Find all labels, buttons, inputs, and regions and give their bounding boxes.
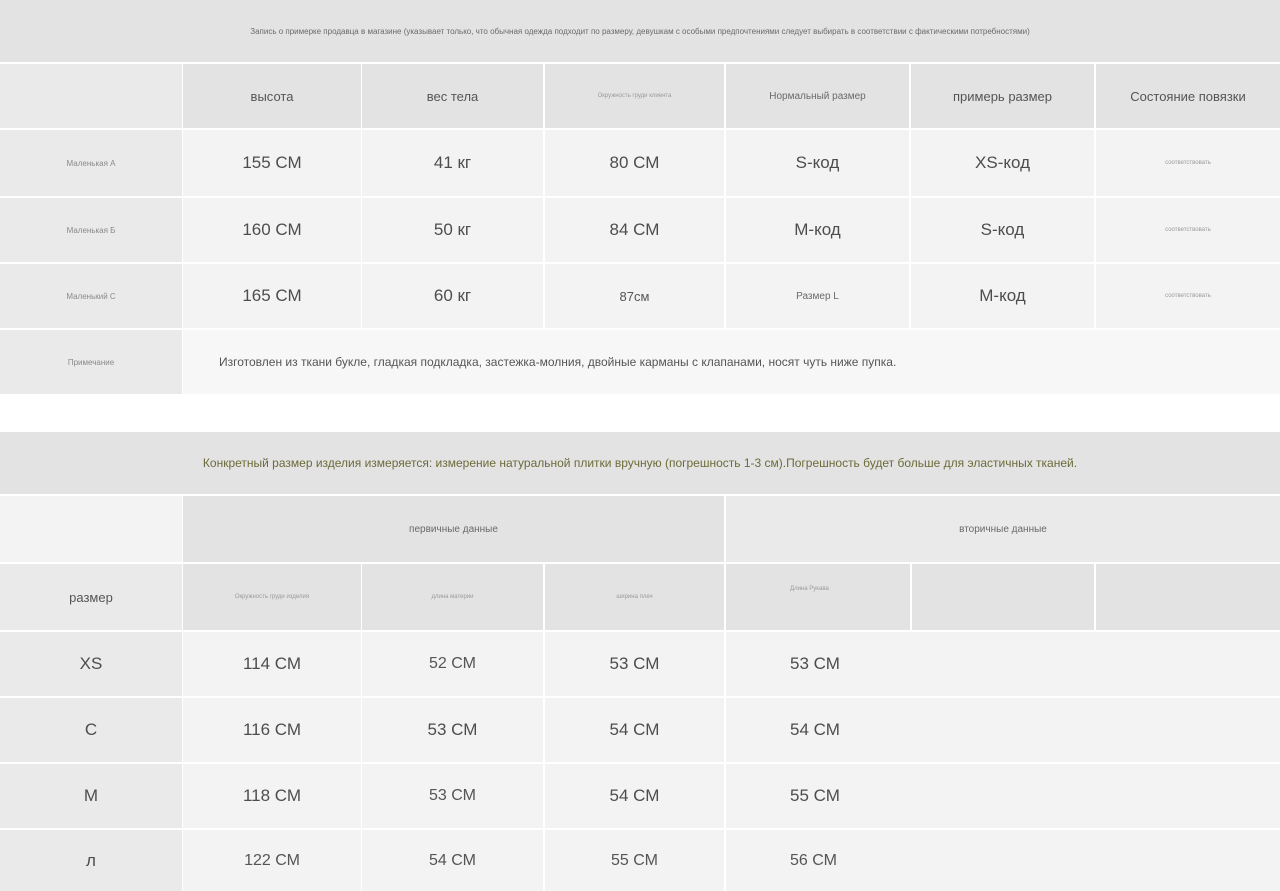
size-l: л xyxy=(0,830,182,891)
header-client-bust: Окружность груди клиента xyxy=(545,64,724,128)
row-b-status: соответствовать xyxy=(1096,198,1280,262)
group-secondary-data: вторичные данные xyxy=(726,496,1280,562)
header-tried-size: примерь размер xyxy=(911,64,1094,128)
s-bust: 116 СМ xyxy=(183,698,361,762)
header-shoulder-width: ширина плеч xyxy=(545,564,724,630)
row-b-tried-size: S-код xyxy=(911,198,1094,262)
header-weight: вес тела xyxy=(362,64,543,128)
row-c-height: 165 СМ xyxy=(183,264,361,328)
row-a-status: соответствовать xyxy=(1096,130,1280,196)
m-sleeve: 55 СМ xyxy=(726,764,1280,828)
m-shoulder: 54 СМ xyxy=(545,764,724,828)
group-primary-data: первичные данные xyxy=(183,496,724,562)
header-empty-1 xyxy=(912,564,1094,630)
size-label: размер xyxy=(0,564,182,630)
row-a-weight: 41 кг xyxy=(362,130,543,196)
xs-sleeve: 53 СМ xyxy=(726,632,1280,696)
row-a-bust: 80 СМ xyxy=(545,130,724,196)
size-xs: XS xyxy=(0,632,182,696)
header-length: длина материи xyxy=(362,564,543,630)
fitting-banner: Запись о примерке продавца в магазине (у… xyxy=(0,0,1280,62)
s-shoulder: 54 СМ xyxy=(545,698,724,762)
row-c-status: соответствовать xyxy=(1096,264,1280,328)
row-b-weight: 50 кг xyxy=(362,198,543,262)
row-b-normal-size: М-код xyxy=(726,198,909,262)
header-normal-size: Нормальный размер xyxy=(726,64,909,128)
size-m: М xyxy=(0,764,182,828)
l-sleeve: 56 СМ xyxy=(726,830,1280,891)
row-c-bust: 87см xyxy=(545,264,724,328)
m-bust: 118 СМ xyxy=(183,764,361,828)
row-c-weight: 60 кг xyxy=(362,264,543,328)
row-b-height: 160 СМ xyxy=(183,198,361,262)
header-height: высота xyxy=(183,64,361,128)
xs-shoulder: 53 СМ xyxy=(545,632,724,696)
s-sleeve: 54 СМ xyxy=(726,698,1280,762)
l-length: 54 СМ xyxy=(362,830,543,891)
header-fit-status: Состояние повязки xyxy=(1096,64,1280,128)
size-s: С xyxy=(0,698,182,762)
measurement-banner: Конкретный размер изделия измеряется: из… xyxy=(0,432,1280,494)
note-label: Примечание xyxy=(0,330,182,394)
xs-length: 52 СМ xyxy=(362,632,543,696)
note-text: Изготовлен из ткани букле, гладкая подкл… xyxy=(183,330,1280,394)
header-empty-2 xyxy=(1096,564,1280,630)
row-label-c: Маленький С xyxy=(0,264,182,328)
xs-bust: 114 СМ xyxy=(183,632,361,696)
group-corner xyxy=(0,496,182,562)
row-label-b: Маленькая Б xyxy=(0,198,182,262)
row-c-normal-size: Размер L xyxy=(726,264,909,328)
row-label-a: Маленькая А xyxy=(0,130,182,196)
row-c-tried-size: М-код xyxy=(911,264,1094,328)
row-a-normal-size: S-код xyxy=(726,130,909,196)
header-corner xyxy=(0,64,182,128)
header-sleeve-length: Длина Рукава xyxy=(726,564,910,630)
row-a-height: 155 СМ xyxy=(183,130,361,196)
m-length: 53 СМ xyxy=(362,764,543,828)
header-product-bust: Окружность груди изделия xyxy=(183,564,361,630)
l-bust: 122 СМ xyxy=(183,830,361,891)
row-a-tried-size: XS-код xyxy=(911,130,1094,196)
l-shoulder: 55 СМ xyxy=(545,830,724,891)
row-b-bust: 84 СМ xyxy=(545,198,724,262)
s-length: 53 СМ xyxy=(362,698,543,762)
